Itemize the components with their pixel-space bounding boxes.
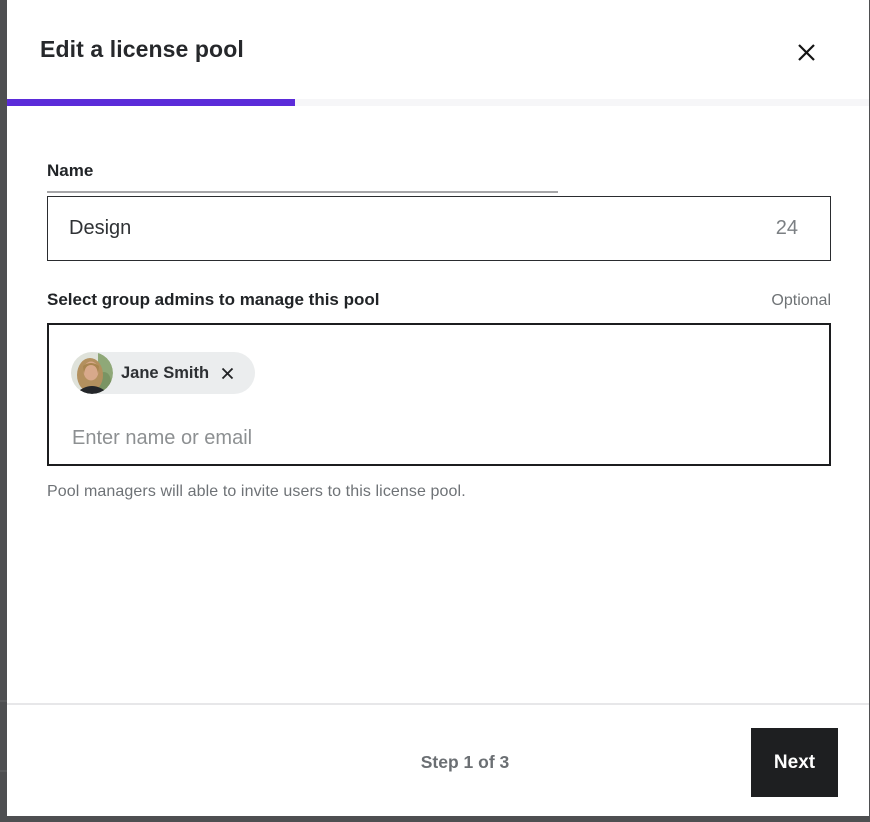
close-button[interactable] bbox=[791, 37, 821, 67]
name-input[interactable] bbox=[48, 197, 776, 260]
backdrop-seam bbox=[0, 770, 7, 772]
char-counter: 24 bbox=[776, 217, 830, 240]
backdrop-seam bbox=[0, 700, 7, 702]
modal-footer: Step 1 of 3 Next bbox=[7, 703, 869, 816]
progress-bar-fill bbox=[7, 99, 295, 106]
name-field: 24 bbox=[47, 196, 831, 261]
progress-bar-track bbox=[7, 99, 869, 106]
modal-header: Edit a license pool bbox=[7, 0, 869, 99]
input-top-divider bbox=[47, 191, 558, 193]
close-icon bbox=[795, 41, 818, 64]
step-indicator: Step 1 of 3 bbox=[421, 752, 510, 773]
admins-field-label: Select group admins to manage this pool bbox=[47, 290, 380, 310]
edit-license-pool-modal: Edit a license pool Name 24 Select group… bbox=[7, 0, 869, 816]
user-avatar bbox=[71, 352, 113, 394]
name-field-label: Name bbox=[47, 161, 93, 181]
modal-body: Name 24 Select group admins to manage th… bbox=[7, 106, 869, 701]
admins-label-row: Select group admins to manage this pool … bbox=[47, 290, 831, 310]
optional-badge: Optional bbox=[771, 292, 831, 310]
selected-admin-chip: Jane Smith bbox=[71, 352, 255, 394]
modal-title: Edit a license pool bbox=[40, 36, 244, 63]
remove-icon bbox=[220, 366, 235, 381]
chip-remove-button[interactable] bbox=[218, 364, 236, 382]
admins-search-input[interactable] bbox=[72, 427, 672, 450]
helper-text: Pool managers will able to invite users … bbox=[47, 483, 466, 501]
chip-name-label: Jane Smith bbox=[121, 364, 209, 383]
admins-selectbox[interactable]: Jane Smith bbox=[47, 323, 831, 466]
next-button[interactable]: Next bbox=[751, 728, 838, 797]
